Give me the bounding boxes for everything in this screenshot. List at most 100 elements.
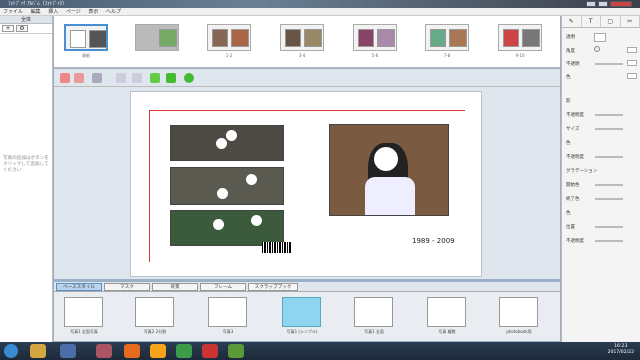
style-tabs: ベーススタイル マスク 背景 フレーム スクラップブック bbox=[54, 282, 560, 291]
maximize-button[interactable] bbox=[598, 1, 608, 7]
tab-clip[interactable]: ✂ bbox=[621, 16, 640, 27]
prop-value[interactable] bbox=[627, 73, 637, 79]
zoom-out-icon[interactable] bbox=[116, 73, 126, 83]
guide-line bbox=[149, 110, 465, 111]
tab-mask[interactable]: マスク bbox=[104, 283, 150, 291]
position-slider[interactable] bbox=[595, 226, 623, 228]
explorer-icon[interactable] bbox=[30, 344, 46, 358]
app-icon[interactable] bbox=[202, 344, 218, 358]
page-thumb-5-6[interactable] bbox=[353, 24, 397, 51]
firefox-icon[interactable] bbox=[124, 344, 140, 358]
layout-label: 写真3 bbox=[222, 329, 234, 334]
face-blur bbox=[226, 130, 237, 141]
prop-label: グラデーション bbox=[566, 169, 598, 174]
page-thumb-cover[interactable] bbox=[64, 24, 108, 51]
redo-icon[interactable] bbox=[74, 73, 84, 83]
tab-scrapbook[interactable]: スクラップブック bbox=[248, 283, 298, 291]
tab-edit[interactable]: ✎ bbox=[562, 16, 582, 27]
page-thumb-9-10[interactable] bbox=[498, 24, 542, 51]
layout-5[interactable] bbox=[354, 297, 393, 327]
app-icon[interactable] bbox=[96, 344, 112, 358]
settings-icon[interactable]: ⚙ bbox=[16, 25, 28, 32]
photo-2[interactable] bbox=[170, 167, 284, 205]
left-panel-toolbar: + ⚙ bbox=[0, 24, 52, 34]
menu-page[interactable]: ページ bbox=[66, 9, 81, 15]
guide-line bbox=[149, 110, 150, 262]
opacity-slider[interactable] bbox=[595, 63, 623, 65]
menu-edit[interactable]: 編集 bbox=[31, 9, 41, 15]
page-thumb-7-8[interactable] bbox=[425, 24, 469, 51]
arrow-right-icon[interactable] bbox=[166, 73, 176, 83]
page-caption[interactable]: 1989 - 2009 bbox=[412, 237, 455, 245]
photo-main[interactable] bbox=[329, 124, 449, 216]
chrome-icon[interactable] bbox=[176, 344, 192, 358]
page-label: 表紙 bbox=[82, 53, 90, 58]
page-label: 3-4 bbox=[298, 53, 306, 58]
page-label: 1-2 bbox=[225, 53, 233, 58]
page-label: 7-8 bbox=[443, 53, 451, 58]
layout-2[interactable] bbox=[135, 297, 174, 327]
canvas-area: 1989 - 2009 bbox=[54, 87, 560, 279]
photo-1[interactable] bbox=[170, 125, 284, 161]
layout-label: photobook用 bbox=[506, 329, 532, 334]
clock[interactable]: 16:23 2017/02/22 bbox=[608, 344, 634, 356]
page-label: 9-10 bbox=[515, 53, 525, 58]
start-color-slider[interactable] bbox=[595, 184, 623, 186]
prop-label: 不透明度 bbox=[566, 239, 584, 244]
opacity-slider-2[interactable] bbox=[595, 156, 623, 158]
photobook-app-icon[interactable] bbox=[228, 344, 244, 358]
undo-icon[interactable] bbox=[60, 73, 70, 83]
opacity-slider-3[interactable] bbox=[595, 240, 623, 242]
photo-3[interactable] bbox=[170, 210, 284, 246]
zoom-in-icon[interactable] bbox=[132, 73, 142, 83]
save-icon[interactable] bbox=[92, 73, 102, 83]
layout-3[interactable] bbox=[208, 297, 247, 327]
prop-label: サイズ bbox=[566, 127, 580, 132]
minimize-button[interactable] bbox=[586, 1, 596, 7]
taskbar: 16:23 2017/02/22 bbox=[0, 342, 640, 360]
face-blur bbox=[246, 174, 257, 185]
prop-label: 透明 bbox=[566, 35, 575, 40]
arrow-left-icon[interactable] bbox=[150, 73, 160, 83]
page-spread[interactable]: 1989 - 2009 bbox=[130, 91, 482, 277]
app-icon[interactable] bbox=[60, 344, 76, 358]
layout-7[interactable] bbox=[499, 297, 538, 327]
menu-insert[interactable]: 挿入 bbox=[48, 9, 58, 15]
face-blur bbox=[217, 188, 228, 199]
start-button[interactable] bbox=[4, 344, 18, 358]
face-blur bbox=[251, 215, 262, 226]
page-thumb-blank[interactable] bbox=[135, 24, 179, 51]
layout-panel: 写真1 全面写真 写真2 2分割 写真3 写真1 (シンプル) 写真1 全面 写… bbox=[54, 291, 560, 341]
prop-label: 不透明 bbox=[566, 62, 580, 67]
angle-knob[interactable] bbox=[594, 46, 600, 52]
page-thumb-3-4[interactable] bbox=[280, 24, 324, 51]
tab-base-style[interactable]: ベーススタイル bbox=[56, 283, 102, 291]
close-button[interactable] bbox=[610, 1, 632, 7]
tab-frame[interactable]: フレーム bbox=[200, 283, 246, 291]
menu-help[interactable]: ヘルプ bbox=[106, 9, 121, 15]
page-thumb-1-2[interactable] bbox=[207, 24, 251, 51]
property-tabs: ✎ T ▢ ✂ bbox=[562, 16, 640, 28]
help-icon[interactable] bbox=[184, 73, 194, 83]
add-photo-button[interactable]: + bbox=[2, 25, 14, 32]
tab-background[interactable]: 背景 bbox=[152, 283, 198, 291]
layout-4-selected[interactable] bbox=[282, 297, 321, 327]
layout-label: 写真1 全面写真 bbox=[70, 329, 98, 334]
prop-box[interactable] bbox=[594, 33, 606, 42]
end-color-slider[interactable] bbox=[595, 198, 623, 200]
menu-view[interactable]: 表示 bbox=[88, 9, 98, 15]
app-icon[interactable] bbox=[150, 344, 166, 358]
tab-shape[interactable]: ▢ bbox=[601, 16, 621, 27]
size-slider[interactable] bbox=[595, 128, 623, 130]
prop-value[interactable] bbox=[627, 60, 637, 66]
shadow-slider[interactable] bbox=[595, 114, 623, 116]
tab-text[interactable]: T bbox=[582, 16, 601, 27]
menu-file[interactable]: ファイル bbox=[3, 9, 23, 15]
edit-toolbar bbox=[54, 69, 560, 87]
layout-1[interactable] bbox=[64, 297, 103, 327]
page-filmstrip: 表紙 1-2 3-4 5-6 7-8 9-10 bbox=[54, 16, 560, 68]
layout-6[interactable] bbox=[427, 297, 466, 327]
prop-label: 位置 bbox=[566, 225, 575, 230]
prop-value[interactable] bbox=[627, 47, 637, 53]
layout-label: 写真1 (シンプル) bbox=[286, 329, 318, 334]
